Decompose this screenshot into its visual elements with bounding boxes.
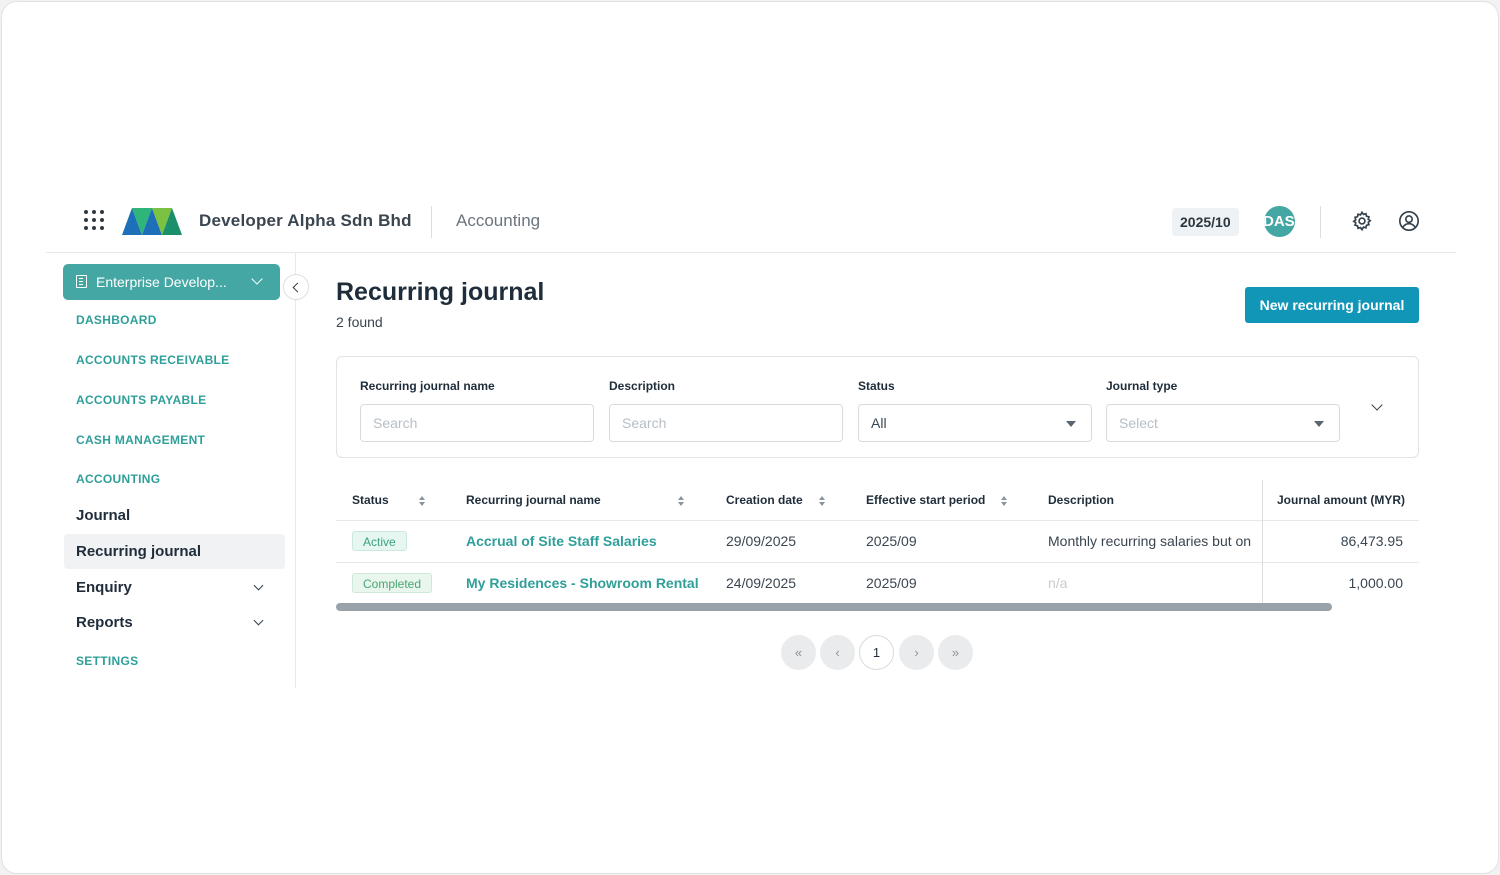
chevron-down-icon <box>253 580 264 591</box>
entity-name: Enterprise Develop... <box>96 274 227 290</box>
journal-name-link[interactable]: Accrual of Site Staff Salaries <box>466 533 657 549</box>
header-divider <box>336 520 1419 521</box>
name-filter-label: Recurring journal name <box>360 379 495 393</box>
creation-date-cell: 29/09/2025 <box>726 533 797 549</box>
name-search-input[interactable] <box>360 404 594 442</box>
page-title: Recurring journal <box>336 278 545 306</box>
user-account-icon[interactable] <box>1398 210 1420 232</box>
column-header-status[interactable]: Status <box>352 480 389 521</box>
apps-grid-icon[interactable] <box>84 210 104 230</box>
nav-accounts-payable[interactable]: ACCOUNTS PAYABLE <box>76 393 206 407</box>
building-icon <box>76 275 87 288</box>
sort-icon[interactable] <box>1000 496 1008 506</box>
gear-icon[interactable] <box>1351 210 1373 232</box>
module-name: Accounting <box>456 211 541 230</box>
journal-type-select[interactable]: Select <box>1106 404 1340 442</box>
top-bar: Developer Alpha Sdn Bhd Accounting 2025/… <box>46 190 1456 253</box>
description-filter-label: Description <box>609 379 676 393</box>
journal-name-link[interactable]: My Residences - Showroom Rental <box>466 575 699 591</box>
nav-settings[interactable]: SETTINGS <box>76 654 138 668</box>
sort-icon[interactable] <box>677 496 685 506</box>
period-badge[interactable]: 2025/10 <box>1172 208 1239 236</box>
company-name: Developer Alpha Sdn Bhd <box>199 211 412 230</box>
description-cell: n/a <box>1048 575 1068 591</box>
prev-page-button[interactable]: ‹ <box>820 635 855 670</box>
status-select-value: All <box>871 415 887 431</box>
sidebar-item-recurring-journal[interactable]: Recurring journal <box>64 534 285 569</box>
column-header-creation-date[interactable]: Creation date <box>726 480 803 521</box>
sticky-column-divider <box>1262 480 1263 604</box>
sidebar-item-label: Reports <box>76 614 133 631</box>
result-count: 2 found <box>336 314 383 330</box>
recurring-journal-table: Status Recurring journal name Creation d… <box>336 480 1419 604</box>
column-header-name[interactable]: Recurring journal name <box>466 480 601 521</box>
caret-down-icon <box>1314 421 1324 427</box>
header-divider <box>431 206 432 238</box>
row-divider <box>336 562 1419 563</box>
status-filter-label: Status <box>858 379 895 393</box>
expand-filters-chevron-icon[interactable] <box>1371 399 1383 411</box>
next-page-button[interactable]: › <box>899 635 934 670</box>
column-header-amount: Journal amount (MYR) <box>1277 493 1405 507</box>
status-badge: Completed <box>352 573 433 593</box>
entity-selector[interactable]: Enterprise Develop... <box>63 264 280 300</box>
sidebar-item-reports[interactable]: Reports <box>64 605 285 640</box>
nav-accounts-receivable[interactable]: ACCOUNTS RECEIVABLE <box>76 353 230 367</box>
sidebar-item-label: Enquiry <box>76 579 132 596</box>
amount-cell: 86,473.95 <box>1340 533 1403 549</box>
header-divider <box>1320 206 1321 238</box>
sidebar-item-label: Journal <box>76 507 131 524</box>
sidebar-item-journal[interactable]: Journal <box>64 498 285 533</box>
chevron-down-icon <box>253 615 264 626</box>
company-avatar[interactable]: DASB <box>1264 206 1295 237</box>
sort-icon[interactable] <box>818 496 826 506</box>
sidebar-item-label: Recurring journal <box>76 543 202 560</box>
journal-type-filter-label: Journal type <box>1106 379 1178 393</box>
caret-down-icon <box>1066 421 1076 427</box>
start-period-cell: 2025/09 <box>866 575 917 591</box>
amount-cell: 1,000.00 <box>1348 575 1404 591</box>
description-search-input[interactable] <box>609 404 843 442</box>
first-page-button[interactable]: « <box>781 635 816 670</box>
sidebar: Enterprise Develop... DASHBOARD ACCOUNTS… <box>46 253 309 688</box>
journal-type-placeholder: Select <box>1119 415 1158 431</box>
column-header-start-period[interactable]: Effective start period <box>866 480 985 521</box>
filter-panel: Recurring journal name Description Statu… <box>336 356 1419 458</box>
new-recurring-journal-button[interactable]: New recurring journal <box>1245 287 1419 323</box>
sidebar-item-enquiry[interactable]: Enquiry <box>64 570 285 605</box>
page-number-button[interactable]: 1 <box>859 635 894 670</box>
company-logo <box>122 208 182 235</box>
chevron-down-icon <box>251 273 263 285</box>
horizontal-scrollbar[interactable] <box>336 603 1332 611</box>
status-select[interactable]: All <box>858 404 1092 442</box>
start-period-cell: 2025/09 <box>866 533 917 549</box>
nav-cash-management[interactable]: CASH MANAGEMENT <box>76 433 205 447</box>
sort-icon[interactable] <box>418 496 426 506</box>
app-window: Developer Alpha Sdn Bhd Accounting 2025/… <box>1 1 1499 874</box>
column-header-description: Description <box>1048 493 1115 507</box>
last-page-button[interactable]: » <box>938 635 973 670</box>
status-badge: Active <box>352 531 407 551</box>
nav-dashboard[interactable]: DASHBOARD <box>76 313 157 327</box>
nav-accounting[interactable]: ACCOUNTING <box>76 472 160 486</box>
creation-date-cell: 24/09/2025 <box>726 575 797 591</box>
collapse-sidebar-button[interactable] <box>283 274 309 300</box>
description-cell: Monthly recurring salaries but on <box>1048 533 1252 549</box>
